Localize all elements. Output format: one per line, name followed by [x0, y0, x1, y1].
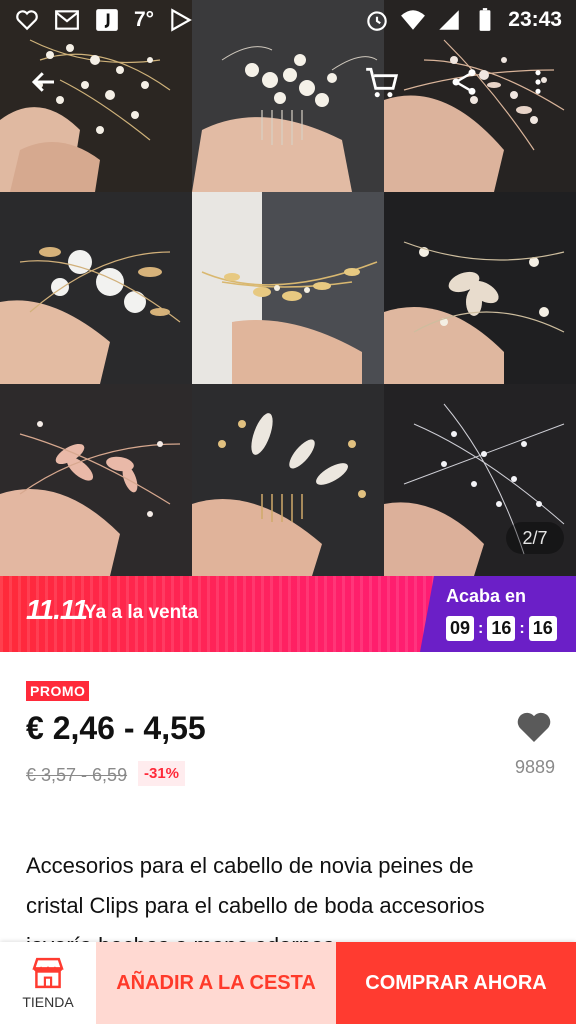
- gallery-image-5[interactable]: [192, 192, 384, 384]
- timer-hours: 09: [446, 616, 475, 641]
- more-icon: [535, 70, 541, 94]
- countdown-timer: 09 : 16 : 16: [446, 616, 557, 641]
- timer-seconds: 16: [528, 616, 557, 641]
- share-button[interactable]: [440, 58, 488, 106]
- original-price: € 3,57 - 6,59: [26, 765, 128, 785]
- gallery-image-4[interactable]: [0, 192, 192, 384]
- play-store-icon: [171, 8, 192, 32]
- heart-outline-icon: [16, 10, 38, 31]
- image-counter: 2/7: [506, 522, 564, 554]
- timer-minutes: 16: [487, 616, 516, 641]
- gallery-image-8[interactable]: [192, 384, 384, 576]
- timer-separator: :: [478, 619, 484, 637]
- bottom-action-bar: TIENDA AÑADIR A LA CESTA COMPRAR AHORA: [0, 942, 576, 1024]
- store-button[interactable]: TIENDA: [0, 942, 96, 1024]
- add-to-cart-button[interactable]: AÑADIR A LA CESTA: [96, 942, 336, 1024]
- sale-brand-logo: 11.11: [26, 594, 88, 625]
- alarm-icon: [367, 11, 388, 31]
- temperature: 7°: [134, 8, 155, 31]
- sale-banner[interactable]: 11.11 Ya a la venta Acaba en 09 : 16 : 1…: [0, 576, 576, 652]
- sale-status-text: Ya a la venta: [84, 602, 199, 623]
- signal-icon: [439, 10, 460, 30]
- status-bar: 7° 23:43: [0, 0, 576, 40]
- cart-button[interactable]: [358, 58, 406, 106]
- timer-separator: :: [519, 619, 525, 637]
- wifi-icon: [401, 10, 426, 30]
- discount-badge: -31%: [138, 761, 186, 786]
- battery-icon: [479, 8, 491, 31]
- clock: 23:43: [508, 8, 562, 31]
- buy-now-button[interactable]: COMPRAR AHORA: [336, 942, 576, 1024]
- gallery-image-7[interactable]: [0, 384, 192, 576]
- promo-badge: PROMO: [26, 681, 90, 701]
- current-price: € 2,46 - 4,55: [26, 710, 206, 746]
- more-options-button[interactable]: [514, 58, 562, 106]
- gallery-image-6[interactable]: [384, 192, 576, 384]
- back-button[interactable]: [20, 58, 68, 106]
- wishlist-count: 9889: [514, 757, 556, 777]
- product-image-gallery[interactable]: [0, 0, 576, 576]
- store-icon: [32, 957, 64, 989]
- app-notification-icon: [96, 9, 118, 31]
- mail-icon: [55, 10, 79, 30]
- countdown-label: Acaba en: [446, 586, 527, 606]
- store-label: TIENDA: [22, 994, 74, 1010]
- back-arrow-icon: [31, 72, 54, 92]
- heart-icon: [517, 712, 551, 742]
- share-icon: [452, 69, 476, 95]
- wishlist-button[interactable]: [514, 707, 554, 747]
- cart-icon: [366, 67, 399, 98]
